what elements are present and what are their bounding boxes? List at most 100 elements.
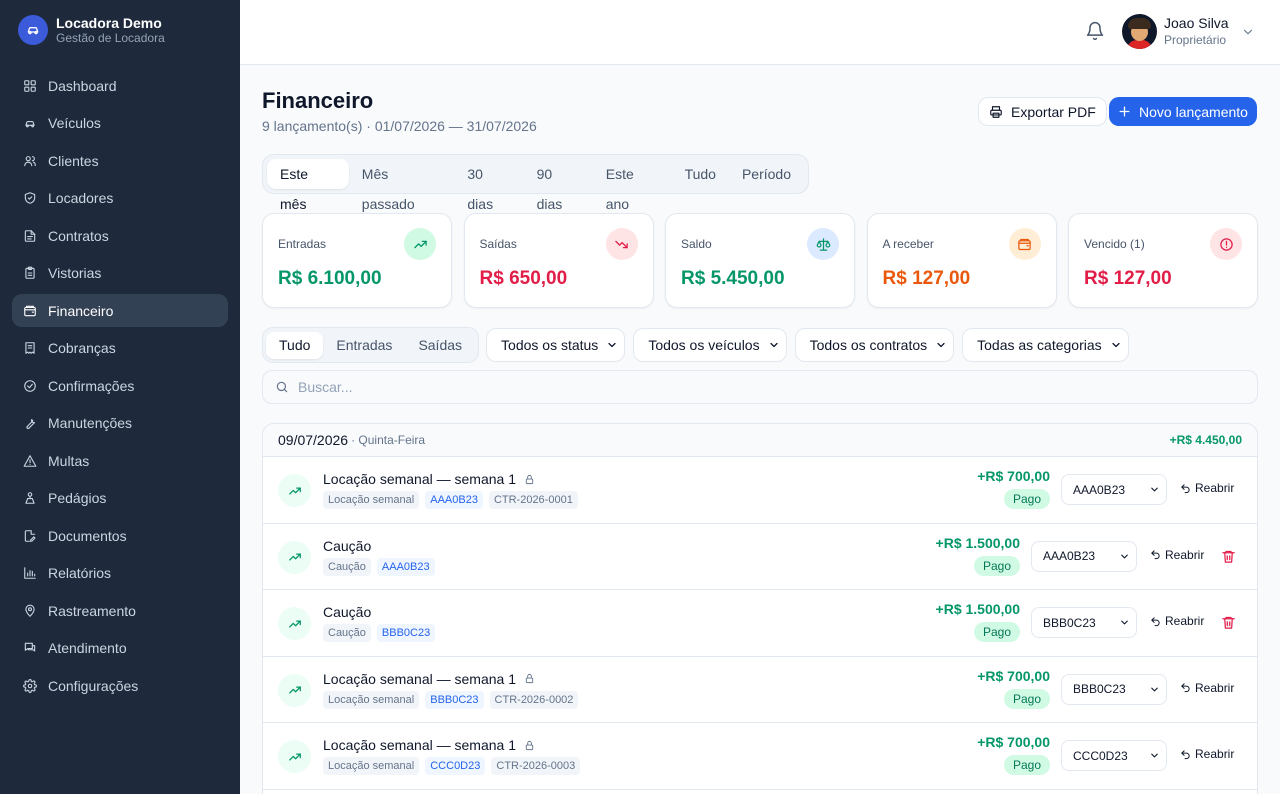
contract-tag: CTR-2026-0003 bbox=[491, 757, 581, 776]
list-item[interactable]: Locação semanal — semana 1 Locação semana… bbox=[263, 457, 1257, 524]
plate-tag: BBB0C23 bbox=[425, 690, 484, 709]
reopen-button[interactable]: Reabrir bbox=[1180, 481, 1234, 495]
entry-title: Locação semanal — semana 1 bbox=[323, 471, 516, 487]
summary-cards: Entradas R$ 6.100,00 Saídas R$ 650,00 Saldo R… bbox=[262, 213, 1258, 308]
sidebar-item-locadores[interactable]: Locadores bbox=[12, 182, 228, 215]
filter-todos-os-contratos[interactable]: Todos os contratos bbox=[794, 328, 955, 362]
brand-subtitle: Gestão de Locadora bbox=[56, 30, 165, 45]
tab-90-dias[interactable]: 90 dias bbox=[524, 159, 593, 212]
vehicle-select[interactable]: BBB0C23 bbox=[1061, 673, 1167, 705]
income-icon-wrap bbox=[278, 607, 311, 641]
new-entry-button[interactable]: Novo lançamento bbox=[1109, 97, 1257, 126]
trending-up-icon bbox=[288, 620, 301, 628]
car-logo-icon bbox=[18, 15, 48, 45]
tab-tudo[interactable]: Tudo bbox=[672, 159, 729, 189]
contract-tag: CTR-2026-0002 bbox=[489, 690, 579, 709]
receipt-icon bbox=[25, 342, 35, 354]
entry-title: Caução bbox=[323, 604, 372, 621]
summary-card-label: Vencido (1) bbox=[1084, 237, 1145, 251]
reopen-button[interactable]: Reabrir bbox=[1150, 614, 1204, 628]
sidebar-item-clientes[interactable]: Clientes bbox=[12, 144, 228, 177]
search-icon bbox=[276, 381, 288, 393]
search-placeholder: Buscar... bbox=[298, 379, 353, 395]
sidebar-item-rastreamento[interactable]: Rastreamento bbox=[12, 594, 228, 627]
sidebar-item-configuracoes[interactable]: Configurações bbox=[12, 669, 228, 702]
sidebar-item-vistorias[interactable]: Vistorias bbox=[12, 257, 228, 290]
entry-amount-col: +R$ 700,00 Pago bbox=[977, 468, 1050, 509]
reopen-label: Reabrir bbox=[1195, 680, 1235, 695]
sidebar-item-manutencoes[interactable]: Manutenções bbox=[12, 407, 228, 440]
sidebar-item-pedagios[interactable]: Pedágios bbox=[12, 482, 228, 515]
filters-bar: Tudo Entradas Saídas Todos os status Todos … bbox=[262, 327, 1137, 363]
bar-chart-icon bbox=[24, 567, 36, 579]
brand[interactable]: Locadora Demo Gestão de Locadora bbox=[0, 0, 240, 60]
vehicle-select-value: AAA0B23 bbox=[1043, 549, 1096, 564]
new-entry-label: Novo lançamento bbox=[1139, 103, 1248, 120]
summary-card-label: A receber bbox=[882, 237, 934, 251]
map-pin-icon bbox=[25, 604, 35, 617]
reopen-button[interactable]: Reabrir bbox=[1150, 548, 1204, 562]
alert-circle-icon bbox=[1219, 237, 1233, 251]
vehicle-select[interactable]: CCC0D23 bbox=[1061, 740, 1167, 772]
sidebar-item-atendimento[interactable]: Atendimento bbox=[12, 632, 228, 665]
bell-icon[interactable] bbox=[1085, 21, 1105, 41]
sidebar-item-cobrancas[interactable]: Cobranças bbox=[12, 332, 228, 365]
tab-este-mes[interactable]: Este mês bbox=[267, 159, 349, 212]
trash-icon[interactable] bbox=[1221, 615, 1236, 630]
page-title: Financeiro bbox=[262, 88, 374, 113]
tab-periodo[interactable]: Período bbox=[729, 159, 804, 189]
sidebar-nav: Dashboard Veículos Clientes Locadores Contra… bbox=[0, 69, 240, 702]
sidebar-item-contratos[interactable]: Contratos bbox=[12, 219, 228, 252]
sidebar-item-multas[interactable]: Multas bbox=[12, 444, 228, 477]
wrench-icon bbox=[26, 419, 36, 429]
tab-30-dias[interactable]: 30 dias bbox=[454, 159, 523, 212]
filter-todos-os-status[interactable]: Todos os status bbox=[486, 328, 626, 362]
reopen-label: Reabrir bbox=[1195, 481, 1235, 495]
type-tabs: Tudo Entradas Saídas bbox=[262, 327, 480, 363]
reopen-button[interactable]: Reabrir bbox=[1180, 681, 1234, 695]
filter-todos-os-veiculos[interactable]: Todos os veículos bbox=[633, 328, 787, 362]
list-item[interactable]: Locação semanal — semana 1 Locação semana… bbox=[263, 657, 1257, 724]
sidebar-item-relatorios[interactable]: Relatórios bbox=[12, 557, 228, 590]
sidebar-item-documentos[interactable]: Documentos bbox=[12, 519, 228, 552]
reopen-button[interactable]: Reabrir bbox=[1180, 747, 1234, 761]
export-pdf-button[interactable]: Exportar PDF bbox=[978, 97, 1107, 126]
sidebar-item-veiculos[interactable]: Veículos bbox=[12, 107, 228, 140]
vehicle-select-value: BBB0C23 bbox=[1073, 682, 1126, 697]
reopen-label: Reabrir bbox=[1165, 547, 1205, 562]
user-menu[interactable]: Joao Silva Proprietário bbox=[1122, 14, 1255, 49]
list-item[interactable]: Locação semanal — semana 1 Locação semana… bbox=[263, 723, 1257, 790]
sidebar-item-confirmacoes[interactable]: Confirmações bbox=[12, 369, 228, 402]
income-icon-wrap bbox=[278, 540, 311, 574]
vehicle-select[interactable]: BBB0C23 bbox=[1031, 607, 1137, 639]
vehicle-select[interactable]: AAA0B23 bbox=[1031, 540, 1137, 572]
search-input[interactable]: Buscar... bbox=[262, 370, 1258, 404]
category-tag: Caução bbox=[323, 557, 371, 576]
filter-label: Todos os veículos bbox=[648, 337, 760, 353]
filter-label: Todas as categorias bbox=[977, 337, 1102, 353]
users-icon bbox=[24, 155, 36, 166]
grid-icon bbox=[24, 79, 36, 92]
list-item[interactable]: Caução Caução AAA0B23 +R$ 1.500,00 Pago AAA0B… bbox=[263, 524, 1257, 591]
vehicle-select-value: AAA0B23 bbox=[1073, 482, 1126, 497]
chevron-down-icon bbox=[1243, 29, 1252, 34]
brand-name: Locadora Demo bbox=[56, 14, 162, 31]
sidebar-item-financeiro[interactable]: Financeiro bbox=[12, 294, 228, 327]
tab-este-ano[interactable]: Este ano bbox=[593, 159, 672, 212]
entry-title-wrap: Locação semanal — semana 1 bbox=[323, 471, 535, 487]
sidebar-item-label: Atendimento bbox=[48, 640, 127, 656]
file-edit-icon bbox=[24, 529, 36, 542]
list-item[interactable]: Caução Caução BBB0C23 +R$ 1.500,00 Pago BBB0C… bbox=[263, 590, 1257, 657]
entry-amount: +R$ 700,00 bbox=[977, 667, 1050, 684]
check-circle-icon bbox=[24, 379, 36, 392]
tab-mes-passado[interactable]: Mês passado bbox=[349, 159, 455, 212]
type-tab-entradas[interactable]: Entradas bbox=[323, 332, 405, 359]
sidebar-item-dashboard[interactable]: Dashboard bbox=[12, 69, 228, 102]
type-tab-tudo[interactable]: Tudo bbox=[266, 331, 324, 359]
vehicle-select[interactable]: AAA0B23 bbox=[1061, 474, 1167, 505]
type-tab-saidas[interactable]: Saídas bbox=[405, 332, 475, 359]
trash-icon[interactable] bbox=[1221, 549, 1236, 564]
filter-todas-as-categorias[interactable]: Todas as categorias bbox=[962, 328, 1129, 362]
category-tag: Locação semanal bbox=[323, 491, 420, 509]
summary-card-label: Entradas bbox=[278, 237, 327, 251]
